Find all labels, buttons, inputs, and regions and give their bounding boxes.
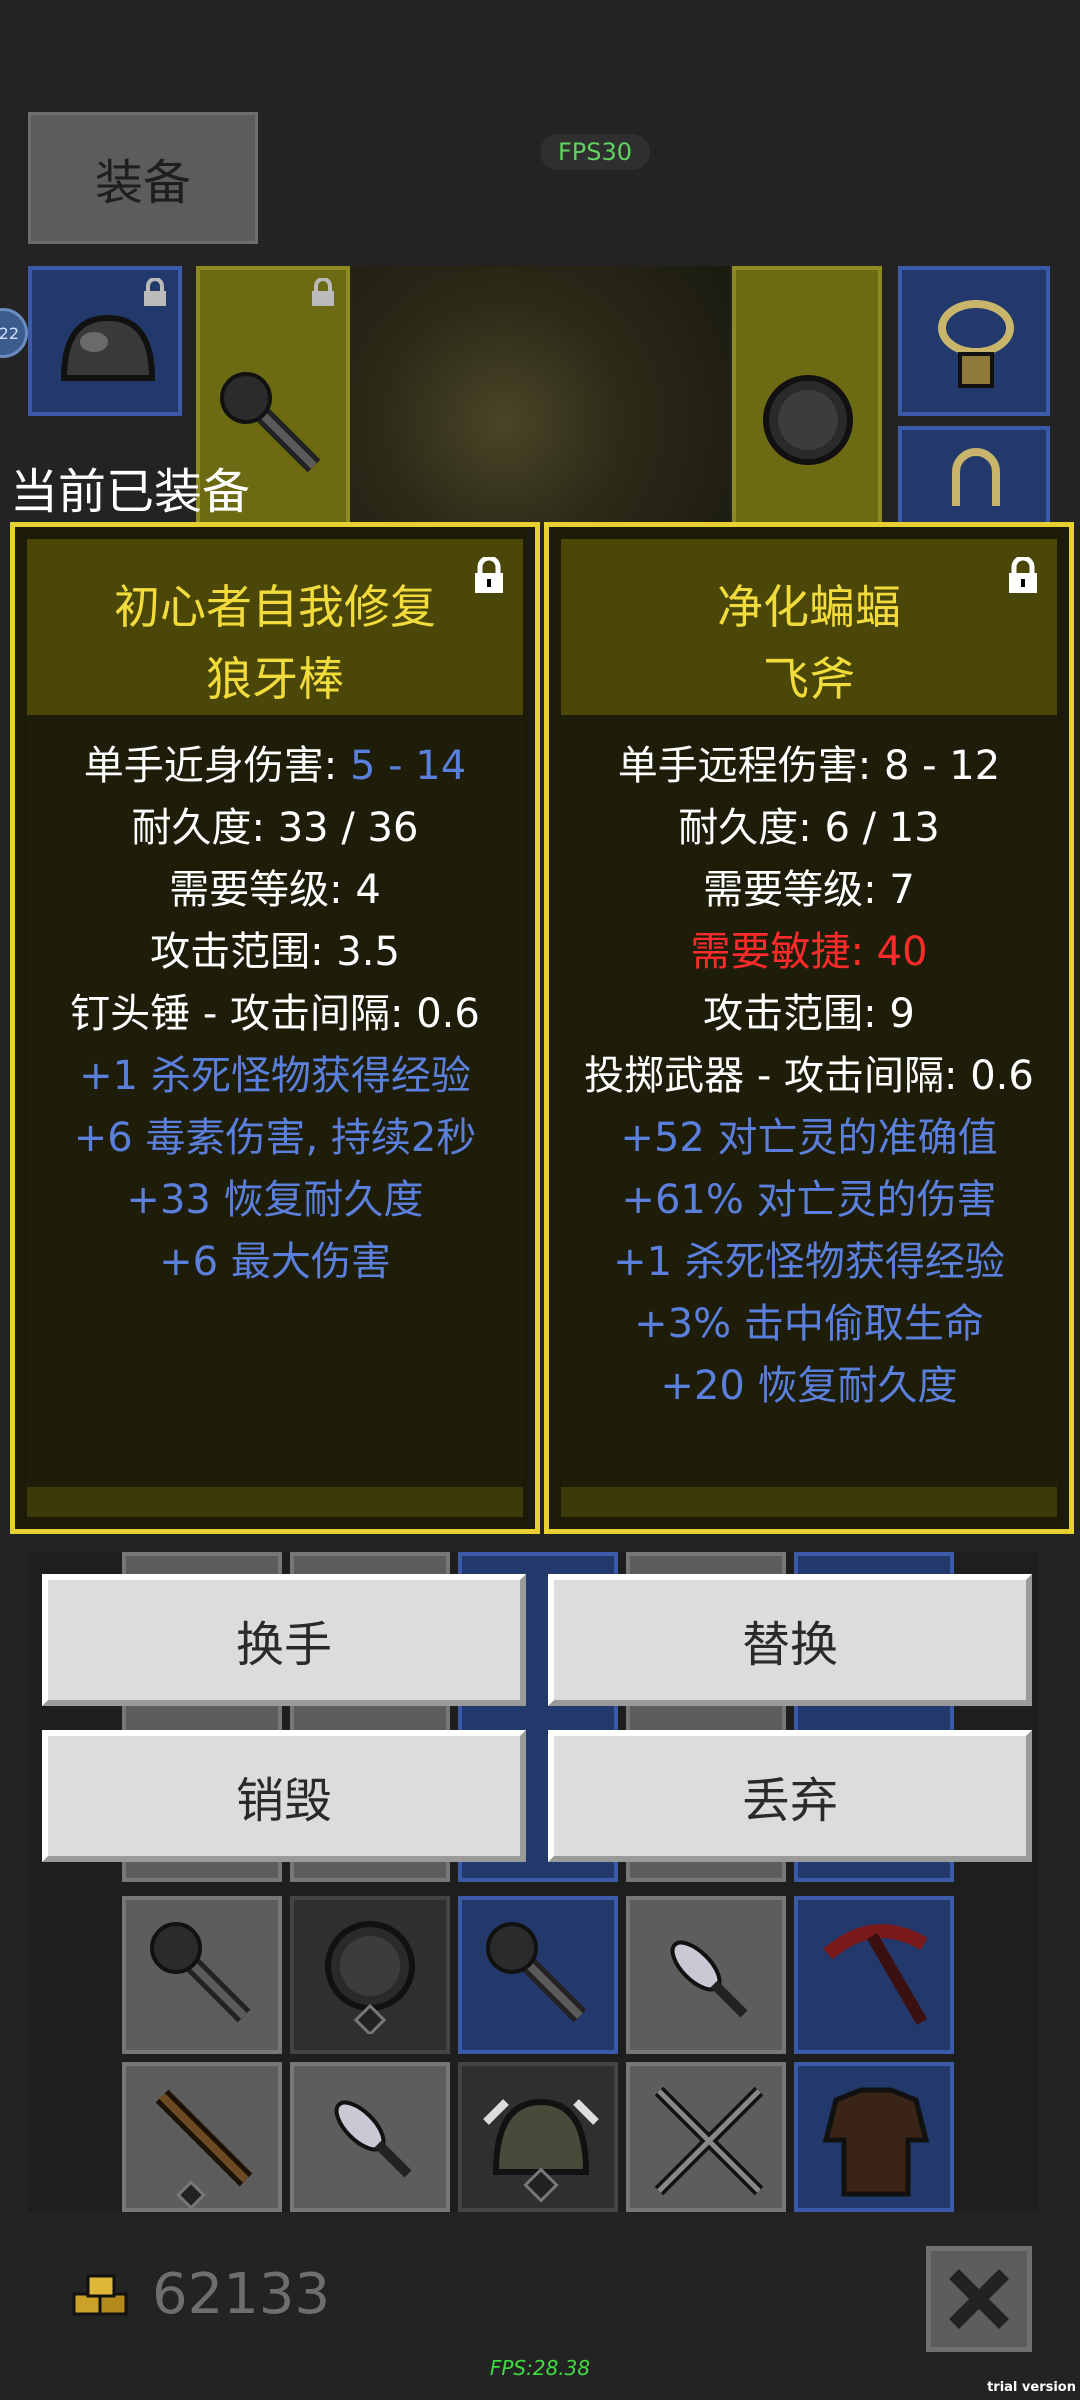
inventory-slot[interactable] <box>122 2062 282 2212</box>
stat-durability: 耐久度: 33 / 36 <box>131 805 419 851</box>
drop-button[interactable]: 丢弃 <box>548 1730 1032 1862</box>
item-panel-right: 净化蝙蝠 飞斧 单手远程伤害: 8 - 12 耐久度: 6 / 13 需要等级:… <box>544 522 1074 1534</box>
equip-slot-helmet[interactable] <box>28 266 182 416</box>
inventory-slot[interactable] <box>458 1896 618 2054</box>
stat-dex-requirement: 需要敏捷: 40 <box>690 929 928 975</box>
pickaxe-icon <box>823 1924 928 2026</box>
lock-icon <box>312 278 334 306</box>
ring-icon <box>952 448 1000 506</box>
gold-icon <box>72 2274 128 2316</box>
inventory-slot[interactable] <box>794 1896 954 2054</box>
inventory-slot[interactable] <box>290 1896 450 2054</box>
inventory-slot[interactable] <box>626 2062 786 2212</box>
item-mod: +20 恢复耐久度 <box>660 1363 958 1409</box>
stat-level: 需要等级: 7 <box>703 867 915 913</box>
item-mod: +33 恢复耐久度 <box>126 1177 424 1223</box>
trial-watermark: trial version <box>987 2380 1076 2395</box>
item-mod: +6 毒素伤害, 持续2秒 <box>73 1115 477 1161</box>
stat-speed: 钉头锤 - 攻击间隔: 0.6 <box>70 991 480 1037</box>
destroy-button[interactable]: 销毁 <box>42 1730 526 1862</box>
stat-range: 攻击范围: 9 <box>703 991 915 1037</box>
swap-hand-button[interactable]: 换手 <box>42 1574 526 1706</box>
item-mod: +6 最大伤害 <box>159 1239 391 1285</box>
dagger-icon <box>334 2100 412 2178</box>
armor-icon <box>822 2087 930 2197</box>
fps-counter: FPS:28.38 <box>489 2356 591 2380</box>
stat-damage-value: 5 - 14 <box>349 743 467 789</box>
close-icon <box>949 2269 1009 2329</box>
stat-range: 攻击范围: 3.5 <box>150 929 400 975</box>
replace-button[interactable]: 替换 <box>548 1574 1032 1706</box>
lock-icon <box>144 278 166 306</box>
inventory-slot[interactable] <box>122 1896 282 2054</box>
item-name: 飞斧 <box>763 652 855 706</box>
tab-equipment[interactable]: 装备 <box>28 112 258 244</box>
dagger-icon <box>670 1940 748 2018</box>
item-mod: +52 对亡灵的准确值 <box>620 1115 998 1161</box>
stat-speed: 投掷武器 - 攻击间隔: 0.6 <box>584 1053 1034 1099</box>
equip-slot-off-hand[interactable] <box>732 266 882 526</box>
equip-slot-amulet[interactable] <box>898 266 1050 416</box>
crossed-swords-icon <box>654 2086 764 2196</box>
lock-icon[interactable] <box>1007 557 1039 595</box>
gold-amount: 62133 <box>152 2262 331 2327</box>
item-prefix: 初心者自我修复 <box>114 580 436 634</box>
inventory-slot[interactable] <box>458 2062 618 2212</box>
current-equipped-label: 当前已装备 <box>10 464 251 520</box>
fps-badge: FPS30 <box>540 134 650 170</box>
shield-icon <box>763 375 853 465</box>
club-icon <box>486 1922 587 2023</box>
helmet-icon <box>60 314 156 381</box>
item-mod: +1 杀死怪物获得经验 <box>613 1239 1005 1285</box>
item-mod: +61% 对亡灵的伤害 <box>621 1177 997 1223</box>
item-mod: +1 杀死怪物获得经验 <box>79 1053 471 1099</box>
stat-durability: 耐久度: 6 / 13 <box>678 805 940 851</box>
item-prefix: 净化蝙蝠 <box>717 580 901 634</box>
inventory-slot[interactable] <box>626 1896 786 2054</box>
level-badge: 22 <box>0 308 28 358</box>
stat-damage: 单手近身伤害: 5 - 14 <box>83 743 467 789</box>
item-panel-left: 初心者自我修复 狼牙棒 单手近身伤害: 5 - 14 耐久度: 33 / 36 … <box>10 522 540 1534</box>
item-mod: +3% 击中偷取生命 <box>634 1301 984 1347</box>
club-icon <box>150 1922 251 2023</box>
close-button[interactable] <box>926 2246 1032 2352</box>
equip-slot-ring[interactable] <box>898 426 1050 526</box>
lock-icon[interactable] <box>473 557 505 595</box>
item-name: 狼牙棒 <box>206 652 344 706</box>
shield-icon <box>325 1921 415 2034</box>
inventory-slot[interactable] <box>290 2062 450 2212</box>
helmet-icon <box>483 2098 599 2203</box>
stat-damage: 单手远程伤害: 8 - 12 <box>617 743 1001 789</box>
amulet-icon <box>938 300 1014 388</box>
character-scene <box>352 266 730 526</box>
inventory-slot[interactable] <box>794 2062 954 2212</box>
stat-level: 需要等级: 4 <box>169 867 381 913</box>
staff-icon <box>155 2089 253 2210</box>
